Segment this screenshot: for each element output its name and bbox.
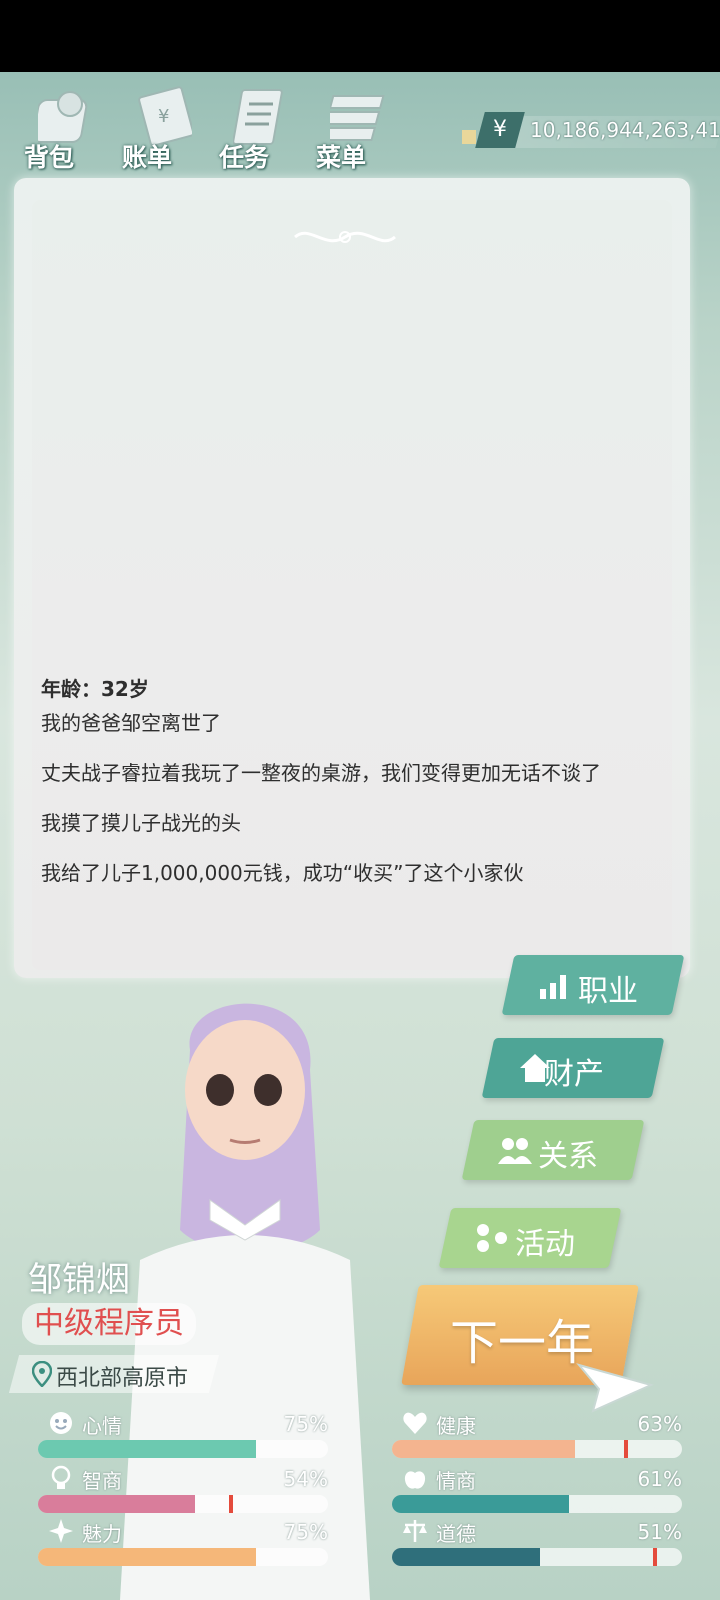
relation-label: 关系 [538, 1139, 598, 1174]
menu-label: 菜单 [316, 143, 367, 172]
scale-icon [403, 1520, 427, 1542]
stat-fill [392, 1548, 540, 1566]
age-heading: 年龄：32岁 [41, 677, 149, 701]
task-button[interactable]: 任务 [215, 80, 305, 180]
stat-fill [38, 1495, 195, 1513]
career-icon [540, 975, 566, 999]
stat-iq: 智商 54% [38, 1465, 328, 1517]
stats-panel: 心情 75% 健康 63% 智商 54% 情商 61% 魅力 75% 道德 51… [0, 1405, 720, 1600]
main-menu-button[interactable]: 菜单 [312, 80, 402, 180]
stat-marker [229, 1495, 234, 1513]
stat-morality: 道德 51% [392, 1518, 682, 1570]
coin-icon [462, 130, 476, 144]
activity-label: 活动 [515, 1227, 575, 1262]
stat-charm: 魅力 75% [38, 1518, 328, 1570]
career-label: 职业 [578, 974, 638, 1009]
people-icon [498, 1138, 532, 1164]
smile-icon [50, 1412, 72, 1434]
bulb-icon [51, 1465, 71, 1489]
stat-fill [38, 1440, 256, 1458]
stat-marker [653, 1548, 657, 1566]
log-entry: 我摸了摸儿子战光的头 [41, 811, 241, 835]
stat-fill [392, 1495, 569, 1513]
career-button[interactable]: 职业 [501, 955, 685, 1015]
apple-icon [404, 1471, 426, 1489]
heart-icon [403, 1412, 427, 1434]
status-bar [0, 0, 720, 72]
ornament-icon [294, 231, 396, 243]
location-pin-icon [32, 1361, 52, 1387]
stat-eq: 情商 61% [392, 1465, 682, 1517]
character-job-badge: 中级程序员 [22, 1303, 196, 1345]
stat-mood: 心情 75% [38, 1410, 328, 1462]
activity-button[interactable]: 活动 [438, 1208, 622, 1268]
svg-text:¥: ¥ [158, 106, 169, 127]
sparkle-icon [49, 1519, 73, 1543]
money-amount: 10,186,944,263,412 [530, 118, 720, 142]
stat-fill [38, 1548, 256, 1566]
top-hud: 背包 ¥ 账单 任务 菜单 ¥ 10,186,944,263,412 [0, 72, 720, 182]
character-location: 西北部高原市 [8, 1355, 220, 1393]
property-label: 财产 [544, 1057, 604, 1092]
log-entry: 丈夫战子睿拉着我玩了一整夜的桌游，我们变得更加无话不谈了 [41, 761, 601, 785]
bill-button[interactable]: ¥ 账单 [118, 80, 208, 180]
character-name: 邹锦烟 [28, 1260, 130, 1300]
next-year-label: 下一年 [450, 1315, 595, 1371]
property-button[interactable]: 财产 [481, 1038, 665, 1098]
bill-label: 账单 [122, 143, 173, 172]
log-entry: 我的爸爸邹空离世了 [41, 711, 221, 735]
money-display: ¥ 10,186,944,263,412 [450, 112, 720, 152]
stat-marker [624, 1440, 628, 1458]
stat-fill [392, 1440, 575, 1458]
event-log: 年龄：32岁 我的爸爸邹空离世了 丈夫战子睿拉着我玩了一整夜的桌游，我们变得更加… [41, 673, 661, 907]
backpack-button[interactable]: 背包 [20, 80, 110, 180]
task-label: 任务 [219, 143, 270, 172]
location-label: 西北部高原市 [56, 1366, 189, 1391]
relation-button[interactable]: 关系 [461, 1120, 645, 1180]
activity-icon [477, 1224, 507, 1252]
backpack-label: 背包 [24, 143, 75, 172]
log-entry: 我给了儿子1,000,000元钱，成功“收买”了这个小家伙 [41, 861, 524, 885]
stat-health: 健康 63% [392, 1410, 682, 1462]
